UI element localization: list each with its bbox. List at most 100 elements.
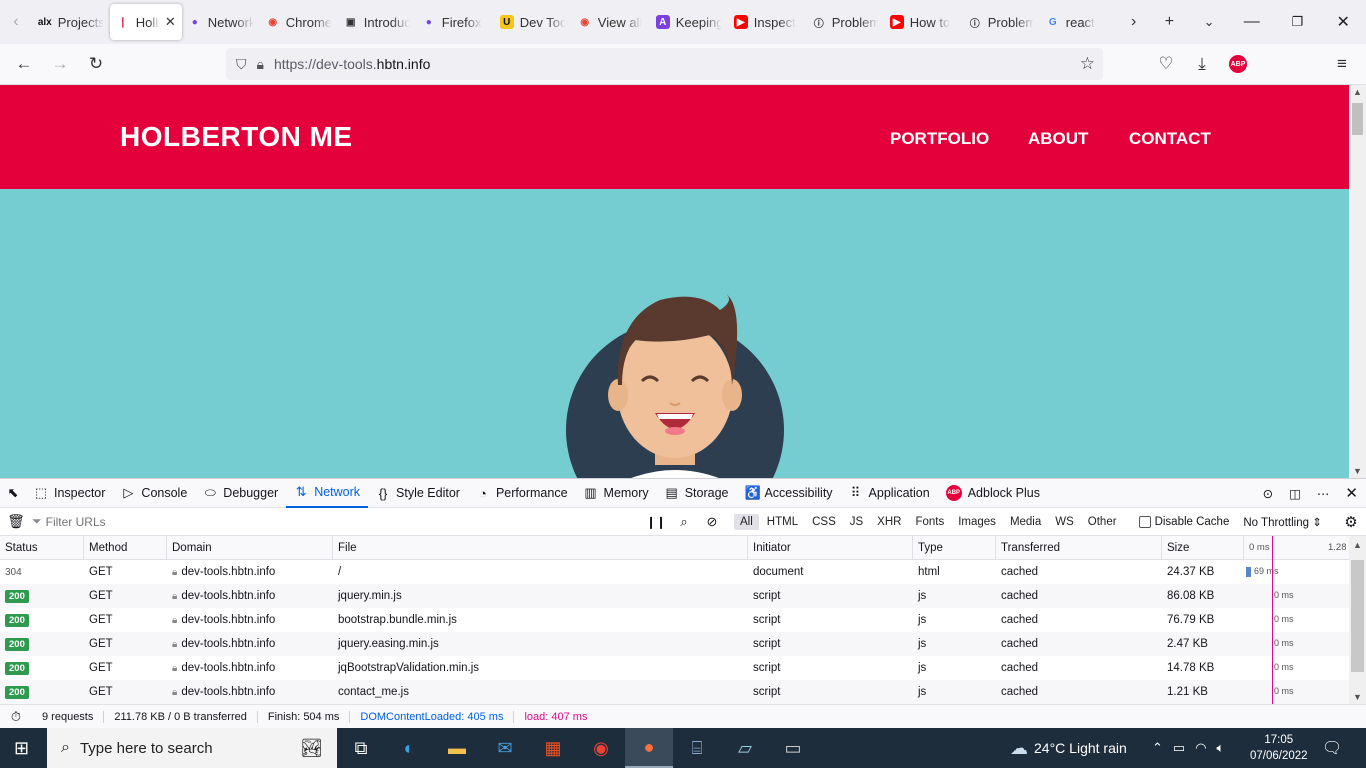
column-file[interactable]: File — [333, 536, 748, 559]
filter-type-css[interactable]: CSS — [806, 514, 842, 530]
adblock-plus-icon[interactable]: ABP — [1220, 48, 1256, 80]
browser-tab[interactable]: ◉ Chrome — [260, 4, 338, 40]
notifications-icon[interactable]: 🗨︎ — [1322, 738, 1342, 758]
new-tab-icon[interactable]: + — [1150, 0, 1190, 44]
list-all-tabs-icon[interactable]: ⌄ — [1189, 0, 1229, 44]
volume-icon[interactable]: 🔈︎ — [1217, 740, 1225, 756]
minimize-icon[interactable]: — — [1229, 0, 1275, 44]
filter-type-media[interactable]: Media — [1004, 514, 1047, 530]
battery-icon[interactable]: ▭ — [1173, 740, 1185, 756]
devtools-tab-inspector[interactable]: ⬚ Inspector — [26, 478, 113, 508]
search-highlight-icon[interactable]: 🏞︎ — [300, 738, 323, 759]
browser-tab[interactable]: ◉ View all — [572, 4, 650, 40]
page-scrollbar[interactable]: ▲ ▼ — [1349, 85, 1366, 478]
devtools-tab-network[interactable]: ⇅ Network — [286, 478, 369, 508]
devtools-tab-memory[interactable]: ▥ Memory — [576, 478, 657, 508]
nav-contact[interactable]: CONTACT — [1129, 129, 1211, 149]
browser-tab[interactable]: ▶ How to — [884, 4, 962, 40]
filter-urls-input[interactable] — [45, 514, 636, 529]
file-explorer-icon[interactable]: ▬ — [433, 728, 481, 768]
downloads-icon[interactable]: ⤓ — [1184, 48, 1220, 80]
request-row[interactable]: 200 GET 🔒︎ dev-tools.hbtn.info jquery.easing… — [0, 632, 1349, 656]
browser-tab[interactable]: ❘ Holberton ✕ — [109, 4, 182, 40]
forward-icon[interactable]: → — [42, 48, 78, 80]
dock-icon[interactable]: ◫ — [1281, 478, 1309, 508]
request-row[interactable]: 200 GET 🔒︎ dev-tools.hbtn.info jqBootstrapVa… — [0, 656, 1349, 680]
devtools-tab-storage[interactable]: ▤ Storage — [657, 478, 737, 508]
request-row[interactable]: 200 GET 🔒︎ dev-tools.hbtn.info jquery.min.js… — [0, 584, 1349, 608]
column-size[interactable]: Size — [1162, 536, 1244, 559]
block-icon[interactable]: ⊘ — [698, 514, 726, 530]
tab-scroll-left-icon[interactable]: ‹ — [0, 0, 32, 44]
devtools-tab-style-editor[interactable]: {} Style Editor — [368, 478, 468, 508]
column-initiator[interactable]: Initiator — [748, 536, 913, 559]
stopwatch-icon[interactable]: ⏱ — [0, 709, 32, 725]
firefox-icon[interactable]: ● — [625, 728, 673, 768]
back-icon[interactable]: ← — [6, 48, 42, 80]
reload-icon[interactable]: ↻ — [78, 48, 114, 80]
filter-type-all[interactable]: All — [734, 513, 759, 530]
url-bar[interactable]: ⛉ 🔒︎ https://dev-tools. hbtn.info ☆ — [226, 48, 1103, 80]
microsoft-store-icon[interactable]: ▦ — [529, 728, 577, 768]
filter-type-html[interactable]: HTML — [761, 514, 804, 530]
filter-type-fonts[interactable]: Fonts — [909, 514, 950, 530]
nav-portfolio[interactable]: PORTFOLIO — [890, 129, 989, 149]
pause-icon[interactable]: ❙❙ — [642, 515, 670, 529]
filter-type-js[interactable]: JS — [844, 514, 869, 530]
column-method[interactable]: Method — [84, 536, 167, 559]
disable-cache-checkbox[interactable]: Disable Cache — [1138, 515, 1229, 528]
tab-scroll-right-icon[interactable]: › — [1118, 0, 1150, 44]
throttling-select[interactable]: No Throttling ⇕ — [1243, 515, 1321, 529]
filter-type-ws[interactable]: WS — [1049, 514, 1080, 530]
browser-tab[interactable]: A Keeping — [650, 4, 728, 40]
column-transferred[interactable]: Transferred — [996, 536, 1162, 559]
lock-icon[interactable]: 🔒︎ — [257, 56, 264, 73]
taskbar-search[interactable]: ⌕ Type here to search 🏞︎ — [47, 728, 337, 768]
close-tab-icon[interactable]: ✕ — [165, 14, 176, 30]
pick-element-icon[interactable]: ⬉ — [0, 478, 26, 508]
request-row[interactable]: 200 GET 🔒︎ dev-tools.hbtn.info contact_me.js… — [0, 680, 1349, 704]
browser-tab[interactable]: U Dev Tools — [494, 4, 572, 40]
browser-tab[interactable]: ⓘ Problem — [962, 4, 1040, 40]
mail-icon[interactable]: ✉ — [481, 728, 529, 768]
network-app-icon[interactable]: ⌸ — [673, 728, 721, 768]
devtools-tab-performance[interactable]: ◔ Performance — [468, 478, 576, 508]
browser-tab[interactable]: ● Network — [182, 4, 260, 40]
devtools-tab-application[interactable]: ⠿ Application — [841, 478, 938, 508]
close-window-icon[interactable]: ✕ — [1320, 0, 1366, 44]
browser-tab[interactable]: ▶ Inspect — [728, 4, 806, 40]
search-icon[interactable]: ⌕ — [670, 514, 698, 530]
browser-tab[interactable]: ● Firefox — [416, 4, 494, 40]
windows-start-icon[interactable]: ⊞ — [14, 738, 29, 759]
task-view-icon[interactable]: ⧉ — [337, 728, 385, 768]
browser-tab[interactable]: Greact — [1040, 4, 1118, 40]
shield-icon[interactable]: ⛉ — [236, 56, 247, 73]
bookmark-star-icon[interactable]: ☆ — [1080, 54, 1095, 74]
devtools-tab-adblock-plus[interactable]: ABP Adblock Plus — [938, 478, 1048, 508]
column-waterfall[interactable]: 0 ms 1.28 — [1244, 536, 1349, 559]
devtools-tab-accessibility[interactable]: ♿ Accessibility — [736, 478, 840, 508]
column-status[interactable]: Status — [0, 536, 84, 559]
restore-icon[interactable]: ❐ — [1275, 0, 1321, 44]
nav-about[interactable]: ABOUT — [1028, 129, 1088, 149]
chrome-icon[interactable]: ◉ — [577, 728, 625, 768]
screenshot-icon[interactable]: ⊙ — [1255, 478, 1281, 508]
network-settings-gear-icon[interactable]: ⚙ — [1336, 513, 1366, 531]
checkbox-icon[interactable] — [1138, 515, 1151, 528]
request-row[interactable]: 304 GET 🔒︎ dev-tools.hbtn.info / document html… — [0, 560, 1349, 584]
clock[interactable]: 17:05 07/06/2022 — [1250, 732, 1308, 764]
terminal-icon[interactable]: ▭ — [769, 728, 817, 768]
close-devtools-icon[interactable]: ✕ — [1337, 478, 1366, 508]
browser-tab[interactable]: ▣ Introduction — [338, 4, 416, 40]
filter-type-xhr[interactable]: XHR — [871, 514, 907, 530]
chevron-up-icon[interactable]: ⌃ — [1152, 740, 1163, 756]
devtools-more-icon[interactable]: ⋯ — [1309, 478, 1338, 508]
wifi-icon[interactable]: ◠ — [1195, 740, 1206, 756]
edge-icon[interactable]: ◐ — [385, 728, 433, 768]
browser-tab[interactable]: alx Projects — [32, 4, 110, 40]
filter-type-images[interactable]: Images — [952, 514, 1002, 530]
pocket-icon[interactable]: ♡ — [1148, 48, 1184, 80]
clear-log-icon[interactable]: 🗑︎ — [0, 513, 32, 530]
column-domain[interactable]: Domain — [167, 536, 333, 559]
site-brand[interactable]: HOLBERTON ME — [120, 121, 353, 153]
